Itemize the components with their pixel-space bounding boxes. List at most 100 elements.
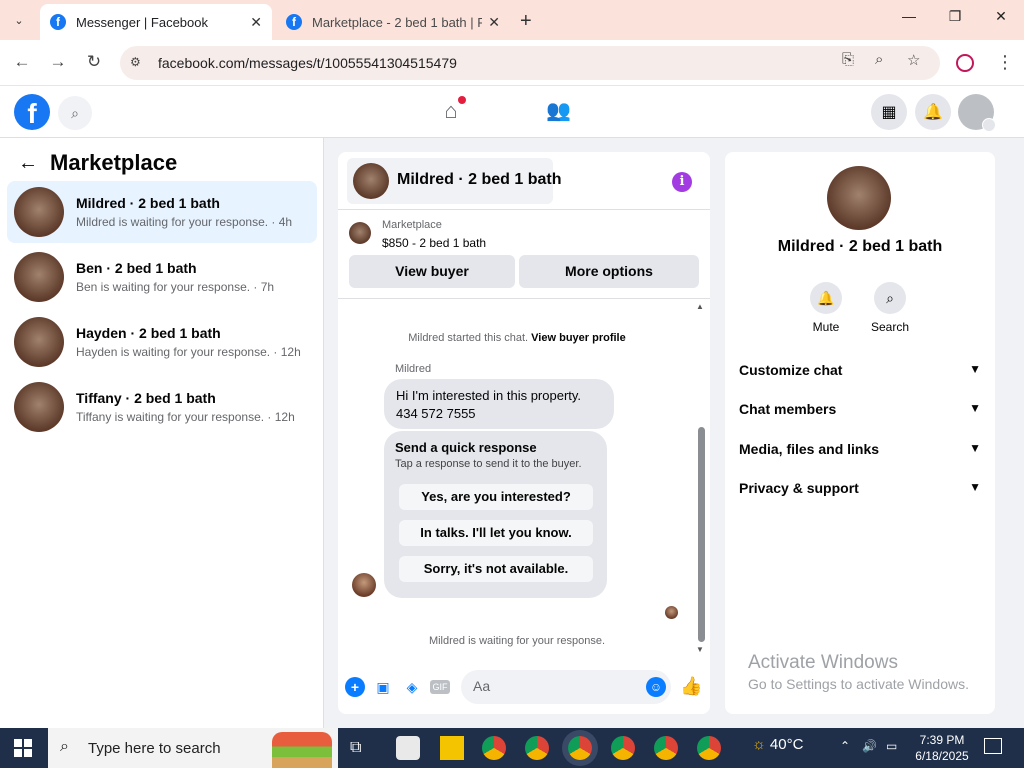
site-settings-icon[interactable]: ⚙ xyxy=(130,55,146,71)
notification-center-icon[interactable] xyxy=(984,738,1002,754)
search-icon[interactable]: ⌕ xyxy=(58,96,92,130)
sticker-icon[interactable]: ◈ xyxy=(402,677,422,697)
network-icon[interactable]: ▭ xyxy=(886,739,897,753)
conversation-avatar xyxy=(14,187,64,237)
scroll-down-arrow-icon[interactable]: ▼ xyxy=(696,645,704,654)
install-app-icon[interactable]: ⎘ xyxy=(842,51,854,68)
friends-icon[interactable]: 👥 xyxy=(546,98,571,123)
clock-time: 7:39 PM xyxy=(919,733,965,747)
tab-messenger[interactable]: f Messenger | Facebook ✕ xyxy=(40,4,272,40)
taskbar-search-box[interactable]: ⌕ Type here to search xyxy=(48,728,338,768)
conversation-name: Hayden · 2 bed 1 bath xyxy=(76,325,221,341)
plus-icon[interactable]: + xyxy=(345,677,365,697)
watermark-line1: Activate Windows xyxy=(748,652,898,673)
forward-arrow-icon[interactable]: → xyxy=(46,52,70,72)
view-buyer-button[interactable]: View buyer xyxy=(349,255,515,288)
tab-search-chevron-icon[interactable]: ⌄ xyxy=(6,8,32,32)
section-customize-chat[interactable]: Customize chat ▼ xyxy=(739,362,981,384)
reload-icon[interactable]: ↻ xyxy=(82,52,106,72)
view-buyer-profile-link[interactable]: View buyer profile xyxy=(531,332,626,344)
divider xyxy=(338,298,710,299)
conversation-item[interactable]: Mildred · 2 bed 1 bath Mildred is waitin… xyxy=(7,181,317,243)
section-label: Privacy & support xyxy=(739,480,859,496)
browser-menu-icon[interactable]: ⋮ xyxy=(996,52,1014,73)
section-chat-members[interactable]: Chat members ▼ xyxy=(739,401,981,423)
windows-start-icon[interactable] xyxy=(14,739,32,757)
task-view-icon[interactable]: ⧉ xyxy=(350,736,374,760)
gif-icon[interactable]: GIF xyxy=(430,680,450,694)
conversation-item[interactable]: Hayden · 2 bed 1 bath Hayden is waiting … xyxy=(7,311,317,373)
conversation-name: Tiffany · 2 bed 1 bath xyxy=(76,390,216,406)
chat-header[interactable]: Mildred · 2 bed 1 bath xyxy=(347,158,561,204)
tab-close-icon[interactable]: ✕ xyxy=(250,14,262,31)
more-options-button[interactable]: More options xyxy=(519,255,699,288)
chrome-app-icon[interactable] xyxy=(568,736,592,760)
notifications-bell-icon[interactable]: 🔔 xyxy=(915,94,951,130)
menu-grid-icon[interactable]: ▦ xyxy=(871,94,907,130)
chrome-app-icon[interactable] xyxy=(482,736,506,760)
search-icon: ⌕ xyxy=(60,738,69,755)
photo-icon[interactable]: ▣ xyxy=(373,677,393,697)
chat-avatar xyxy=(353,163,389,199)
thumbs-up-icon[interactable]: 👍 xyxy=(680,676,702,697)
facebook-logo-icon[interactable]: f xyxy=(14,94,50,130)
quick-reply-button[interactable]: Sorry, it's not available. xyxy=(399,556,593,582)
message-input[interactable] xyxy=(473,678,633,694)
conversation-name: Ben · 2 bed 1 bath xyxy=(76,260,197,276)
tab-title: Marketplace - 2 bed 1 bath | Facebook xyxy=(312,14,483,30)
quick-response-subtitle: Tap a response to send it to the buyer. xyxy=(395,458,582,470)
section-label: Customize chat xyxy=(739,362,843,378)
zoom-icon[interactable]: ⌕ xyxy=(875,51,883,68)
profile-avatar[interactable] xyxy=(827,166,891,230)
section-privacy-support[interactable]: Privacy & support ▼ xyxy=(739,480,981,502)
search-action[interactable]: ⌕ Search xyxy=(855,282,925,334)
scrollbar-thumb[interactable] xyxy=(698,427,705,642)
chrome-app-icon[interactable] xyxy=(697,736,721,760)
windows-taskbar: ⌕ Type here to search ⧉ ☼ 40°C ⌃ 🔊 ▭ 7:3… xyxy=(0,728,1024,768)
url-field[interactable]: ⚙ facebook.com/messages/t/10055541304515… xyxy=(120,46,940,80)
chevron-down-icon: ▼ xyxy=(969,362,981,376)
back-arrow-icon[interactable]: ← xyxy=(18,152,38,175)
conversation-item[interactable]: Tiffany · 2 bed 1 bath Tiffany is waitin… xyxy=(7,376,317,438)
new-tab-icon[interactable]: + xyxy=(520,10,532,33)
taskbar-clock[interactable]: 7:39 PM 6/18/2025 xyxy=(910,732,974,764)
waiting-notice: Mildred is waiting for your response. xyxy=(428,635,606,647)
message-line: Hi I'm interested in this property. xyxy=(396,388,582,403)
mute-action[interactable]: 🔔 Mute xyxy=(791,282,861,334)
minimize-icon[interactable]: — xyxy=(886,8,932,24)
quick-reply-button[interactable]: Yes, are you interested? xyxy=(399,484,593,510)
tab-marketplace[interactable]: f Marketplace - 2 bed 1 bath | Facebook … xyxy=(276,4,510,40)
window-close-icon[interactable]: ✕ xyxy=(978,8,1024,25)
emoji-icon[interactable]: ☺ xyxy=(646,677,666,697)
bookmark-star-icon[interactable]: ☆ xyxy=(907,51,920,69)
chrome-app-icon[interactable] xyxy=(654,736,678,760)
chat-panel: Mildred · 2 bed 1 bath i Marketplace $85… xyxy=(338,152,710,714)
volume-icon[interactable]: 🔊 xyxy=(862,739,877,753)
info-icon[interactable]: i xyxy=(672,172,692,192)
message-composer[interactable]: ☺ xyxy=(461,670,671,704)
profile-name: Mildred · 2 bed 1 bath xyxy=(777,238,943,255)
tray-chevron-icon[interactable]: ⌃ xyxy=(840,739,850,753)
message-bubble: Hi I'm interested in this property. 434 … xyxy=(384,379,614,429)
scroll-up-arrow-icon[interactable]: ▲ xyxy=(696,302,704,311)
conversation-avatar xyxy=(14,317,64,367)
weather-widget[interactable]: ☼ 40°C xyxy=(752,736,803,753)
chrome-app-icon[interactable] xyxy=(611,736,635,760)
tab-close-icon[interactable]: ✕ xyxy=(488,14,500,31)
quick-reply-button[interactable]: In talks. I'll let you know. xyxy=(399,520,593,546)
divider xyxy=(338,209,710,210)
facebook-favicon-icon: f xyxy=(50,14,66,30)
chevron-down-icon: ▼ xyxy=(969,401,981,415)
quick-response-card: Send a quick response Tap a response to … xyxy=(384,431,607,598)
search-icon: ⌕ xyxy=(874,282,906,314)
conversation-item[interactable]: Ben · 2 bed 1 bath Ben is waiting for yo… xyxy=(7,246,317,308)
back-arrow-icon[interactable]: ← xyxy=(10,52,34,72)
chrome-app-icon[interactable] xyxy=(525,736,549,760)
conversation-avatar xyxy=(14,382,64,432)
maximize-icon[interactable]: ❐ xyxy=(932,8,978,25)
paint-app-icon[interactable] xyxy=(396,736,420,760)
browser-profile-icon[interactable] xyxy=(956,54,974,72)
section-media-files-links[interactable]: Media, files and links ▼ xyxy=(739,441,981,463)
account-avatar[interactable] xyxy=(958,94,996,132)
sticky-notes-icon[interactable] xyxy=(440,736,464,760)
